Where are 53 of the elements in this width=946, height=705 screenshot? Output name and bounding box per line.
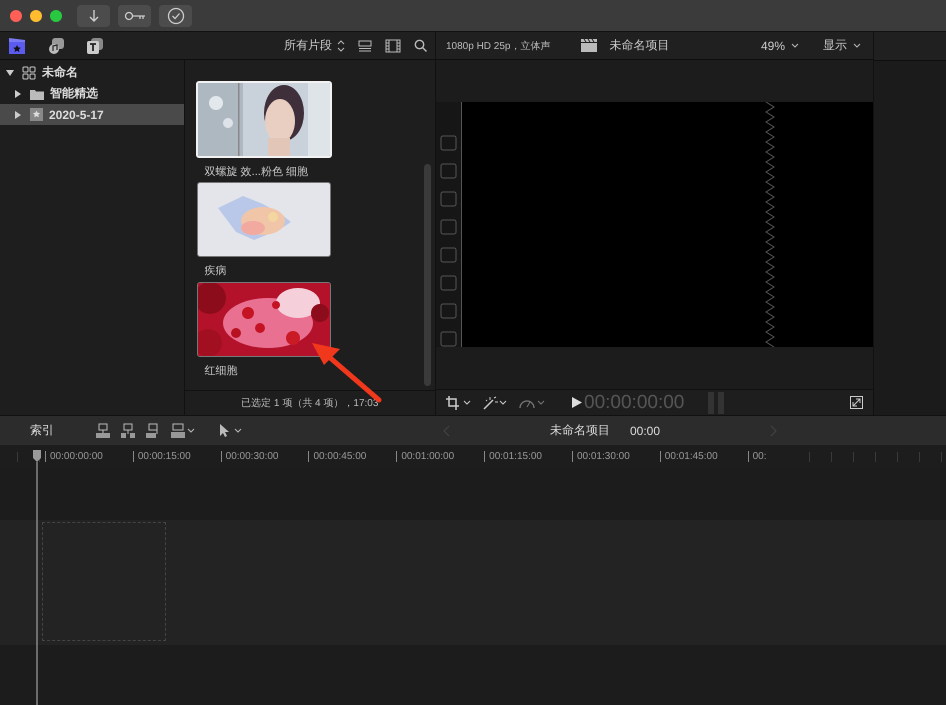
key-icon: [124, 10, 146, 20]
project-name: 未命名项目: [550, 422, 610, 439]
library-item[interactable]: 智能精选: [0, 83, 184, 104]
folder-icon: [30, 88, 44, 100]
minimize-button[interactable]: [30, 10, 42, 22]
clip-title: 双螺旋 效...粉色 细胞: [204, 164, 308, 179]
format-label: 1080p HD 25p，立体声: [446, 40, 550, 52]
ruler-label: 00:00:30:00: [220, 451, 308, 462]
select-tool-icon[interactable]: [219, 424, 243, 438]
connect-clip-icon[interactable]: [96, 422, 110, 438]
titles-icon[interactable]: [86, 36, 104, 54]
down-arrow-icon: [88, 8, 100, 22]
photos-music-icon[interactable]: [47, 36, 65, 54]
filmstrip-icon[interactable]: [385, 38, 401, 52]
playhead[interactable]: [33, 450, 41, 705]
search-icon[interactable]: [414, 39, 427, 52]
clapper-icon: [580, 39, 596, 52]
clapper-icon[interactable]: [8, 36, 26, 54]
fullscreen-icon[interactable]: [850, 396, 863, 409]
close-button[interactable]: [10, 10, 22, 22]
scroll-bar[interactable]: [424, 164, 431, 386]
disclosure-triangle-icon[interactable]: [6, 68, 14, 76]
import-button[interactable]: [77, 4, 110, 26]
disclosure-triangle-icon[interactable]: [14, 90, 22, 98]
chevron-down-icon: [791, 43, 799, 48]
library-item[interactable]: 未命名: [0, 62, 184, 83]
library-item-label: 2020-5-17: [49, 108, 104, 122]
updown-chevron-icon: [337, 40, 345, 52]
overwrite-clip-icon[interactable]: [171, 422, 195, 438]
clip-title: 红细胞: [204, 364, 238, 378]
zoom-dropdown[interactable]: 49%: [760, 38, 799, 52]
key-button[interactable]: [118, 4, 151, 26]
disclosure-triangle-icon[interactable]: [14, 110, 22, 118]
list-view-icon[interactable]: [358, 40, 372, 52]
library-item-label: 智能精选: [50, 85, 98, 102]
project-duration: 00:00: [630, 424, 660, 438]
crop-icon[interactable]: [446, 396, 472, 410]
check-button[interactable]: [159, 4, 192, 26]
insert-clip-icon[interactable]: [121, 422, 135, 438]
project-name: 未命名项目: [610, 37, 670, 54]
library-item-label: 未命名: [42, 64, 78, 81]
checkmark-icon: [166, 6, 184, 24]
zoom-button[interactable]: [50, 10, 62, 22]
library-item[interactable]: 2020-5-17: [0, 104, 184, 125]
magic-wand-icon[interactable]: [482, 396, 508, 410]
display-dropdown[interactable]: 显示: [823, 37, 861, 54]
append-clip-icon[interactable]: [146, 422, 160, 438]
clip-filter-dropdown[interactable]: 所有片段: [284, 37, 345, 54]
ruler-label: 00:00:45:00: [308, 451, 396, 462]
play-icon[interactable]: [572, 397, 582, 408]
grid-icon: [22, 66, 36, 80]
clip-title: 疾病: [204, 264, 227, 278]
chevron-down-icon: [853, 43, 861, 48]
